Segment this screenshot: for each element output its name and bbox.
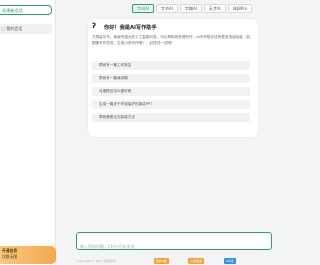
suggested-prompt[interactable]: 生成一篇关于环境保护的演讲PPT	[92, 100, 250, 109]
welcome-intro: 万物皆可写，我就有强大的人工智能问答，可以帮助你处理写作，AI写作助手还有更多用…	[92, 35, 251, 46]
vip-card[interactable]: 开通会员 次数无限	[0, 246, 56, 264]
footer-badge[interactable]: 公安备案	[188, 258, 205, 264]
suggested-prompts: 帮我写一篇工作报告 帮我写一篇演讲稿 月度账目怎么做好呢 生成一篇关于环境保护的…	[92, 61, 250, 126]
conversation-title: 我的会话	[6, 26, 23, 31]
tab-model-5[interactable]: 体网Pro	[227, 4, 253, 13]
welcome-card: ʔ 你好！我是AI写作助手 万物皆可写，我就有强大的人工智能问答，可以帮助你处理…	[88, 19, 258, 137]
new-chat-button[interactable]: 创建新会话	[0, 5, 52, 15]
message-composer	[76, 232, 272, 255]
tab-model-1[interactable]: 字词AI	[132, 4, 154, 13]
conversation-item[interactable]: ▢ 我的会话	[0, 24, 52, 34]
tab-model-3[interactable]: 字稿AI	[179, 4, 202, 13]
suggested-prompt[interactable]: 帮我写一篇工作报告	[92, 61, 250, 70]
page-footer: Copyright © 2023 版权所有 浙ICP备 公安备案 ICP证	[76, 257, 272, 265]
message-input[interactable]	[77, 238, 271, 255]
sidebar: 创建新会话 ▢ 我的会话 开通会员 次数无限	[0, 0, 56, 265]
suggested-prompt[interactable]: 帮我写一篇演讲稿	[92, 74, 250, 83]
footer-copyright: Copyright © 2023 版权所有	[76, 259, 117, 263]
vip-subtitle: 次数无限	[2, 253, 18, 259]
new-chat-label: 创建新会话	[2, 8, 23, 13]
chat-bubble-icon: ▢	[1, 26, 5, 31]
tab-model-4[interactable]: 无才AI	[203, 4, 226, 13]
robot-icon: ʔ	[92, 22, 97, 30]
model-tabs: 字词AI 字节AI 字稿AI 无才AI 体网Pro	[132, 4, 253, 13]
tab-model-2[interactable]: 字节AI	[155, 4, 178, 13]
welcome-greeting: 你好！我是AI写作助手	[104, 25, 157, 31]
suggested-prompt[interactable]: 帮我看看论文新增方法	[92, 113, 250, 122]
suggested-prompt[interactable]: 月度账目怎么做好呢	[92, 87, 250, 96]
main-area: 字词AI 字节AI 字稿AI 无才AI 体网Pro ʔ 你好！我是AI写作助手 …	[56, 0, 272, 265]
footer-badge[interactable]: ICP证	[224, 258, 236, 264]
footer-badge[interactable]: 浙ICP备	[154, 258, 169, 264]
